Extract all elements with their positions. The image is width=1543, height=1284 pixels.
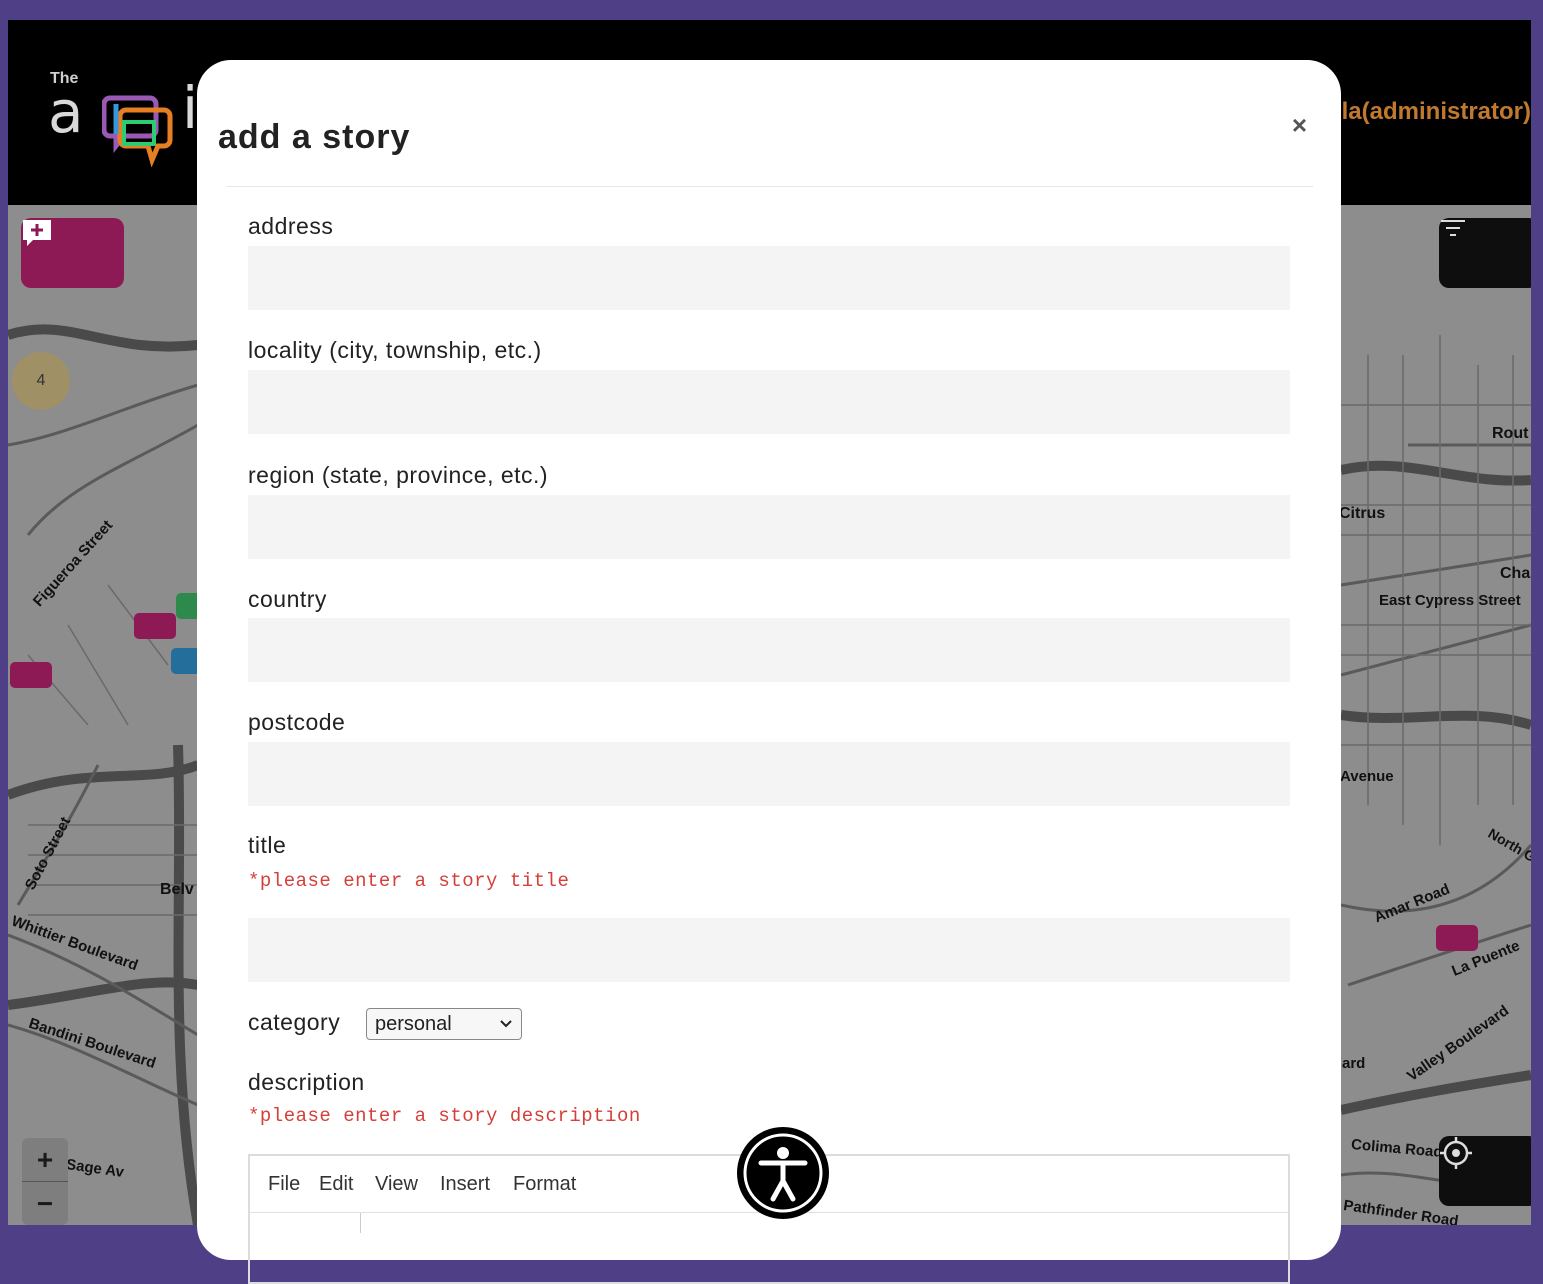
filter-icon	[1441, 220, 1465, 236]
accessibility-icon	[743, 1133, 823, 1213]
logo-a-text: a	[48, 78, 84, 146]
street-label: Cha	[1500, 565, 1531, 582]
comment-plus-icon	[23, 220, 51, 246]
editor-menu-format[interactable]: Format	[513, 1173, 576, 1196]
locality-input[interactable]	[248, 370, 1290, 434]
story-marker[interactable]	[134, 613, 176, 639]
add-story-button[interactable]	[21, 218, 124, 288]
region-label: region (state, province, etc.)	[248, 462, 549, 488]
filter-button[interactable]	[1439, 218, 1531, 288]
editor-menu-edit[interactable]: Edit	[319, 1173, 353, 1196]
address-input[interactable]	[248, 246, 1290, 310]
editor-menu-view[interactable]: View	[375, 1173, 418, 1196]
country-input[interactable]	[248, 618, 1290, 682]
logo-i-text: i	[182, 74, 199, 142]
current-user-label[interactable]: illa(administrator)	[1328, 98, 1531, 126]
close-icon[interactable]: ×	[1292, 110, 1307, 141]
editor-menu-file[interactable]: File	[268, 1173, 300, 1196]
postcode-label: postcode	[248, 709, 346, 735]
description-error-message: *please enter a story description	[248, 1105, 641, 1127]
editor-menu-insert[interactable]: Insert	[440, 1173, 490, 1196]
story-cluster-marker[interactable]: 4	[12, 352, 70, 410]
street-label: East Cypress Street	[1379, 592, 1521, 609]
title-input[interactable]	[248, 918, 1290, 982]
category-label: category	[248, 1009, 341, 1035]
chevron-down-icon	[500, 1020, 512, 1028]
street-label: Rout	[1492, 425, 1529, 442]
locate-me-button[interactable]	[1439, 1136, 1531, 1206]
zoom-control: + −	[22, 1138, 68, 1225]
editor-toolbar-divider	[360, 1213, 361, 1233]
category-select[interactable]: personal	[366, 1008, 522, 1040]
add-story-modal: add a story × address locality (city, to…	[197, 60, 1341, 1284]
postcode-input[interactable]	[248, 742, 1290, 806]
title-error-message: *please enter a story title	[248, 870, 570, 892]
address-label: address	[248, 213, 334, 239]
app-logo[interactable]: The a i	[48, 70, 208, 180]
zoom-out-button[interactable]: −	[22, 1182, 68, 1225]
street-label: Belv	[160, 881, 194, 898]
category-selected-value: personal	[375, 1012, 452, 1035]
street-label: ard	[1342, 1055, 1366, 1072]
street-label: Avenue	[1340, 768, 1394, 785]
description-label: description	[248, 1069, 365, 1095]
story-marker[interactable]	[1436, 925, 1478, 951]
accessibility-button[interactable]	[737, 1127, 829, 1219]
modal-title: add a story	[218, 118, 411, 156]
street-label: Citrus	[1339, 505, 1386, 522]
country-label: country	[248, 586, 327, 612]
locality-label: locality (city, township, etc.)	[248, 337, 542, 363]
speech-bubbles-icon	[102, 95, 173, 168]
crosshair-icon	[1440, 1137, 1472, 1169]
story-marker[interactable]	[10, 662, 52, 688]
region-input[interactable]	[248, 495, 1290, 559]
title-label: title	[248, 832, 287, 858]
zoom-in-button[interactable]: +	[22, 1138, 68, 1181]
